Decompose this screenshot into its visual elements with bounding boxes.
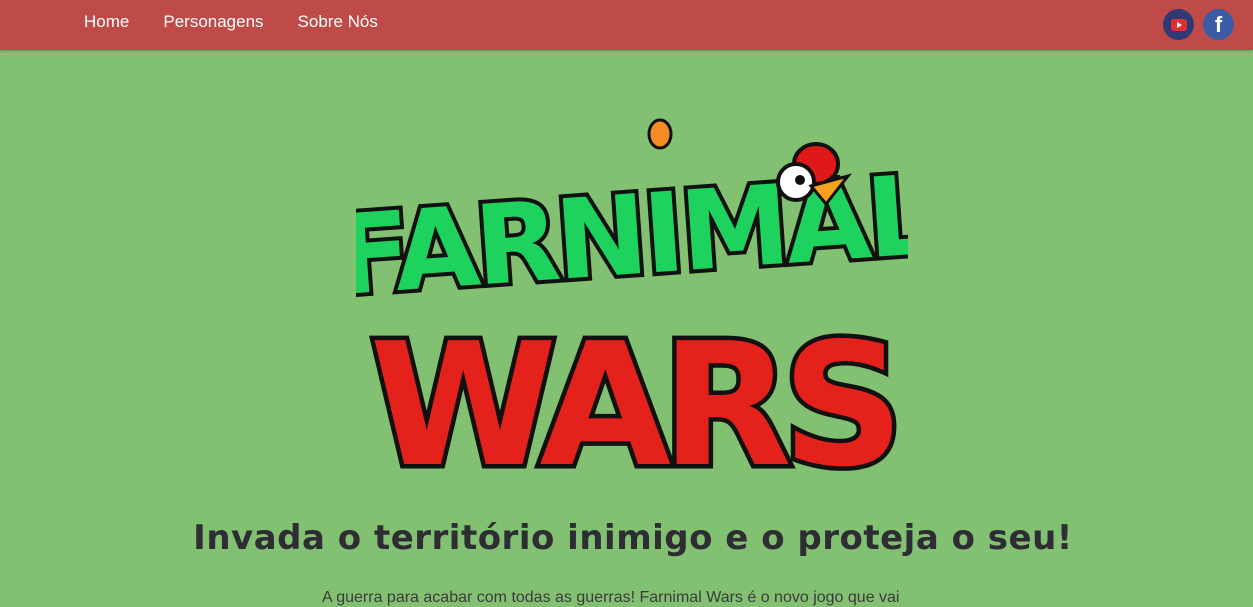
nav-links: Home Personagens Sobre Nós <box>84 0 412 44</box>
social-links: f <box>1163 9 1234 40</box>
farnimal-wars-logo: FARNIMAL WARS <box>327 104 943 510</box>
hero-intro-text: A guerra para acabar com todas as guerra… <box>322 589 900 606</box>
youtube-icon <box>1170 18 1187 31</box>
logo-artwork: FARNIMAL WARS <box>327 118 943 510</box>
facebook-icon: f <box>1214 11 1223 37</box>
youtube-button[interactable] <box>1163 9 1194 40</box>
hero-headline: Invada o território inimigo e o proteja … <box>193 518 1073 558</box>
nav-link-sobre-nos[interactable]: Sobre Nós <box>298 12 378 32</box>
logo-word-wars: WARS <box>370 307 895 484</box>
nav-link-personagens[interactable]: Personagens <box>163 12 263 32</box>
facebook-button[interactable]: f <box>1203 9 1234 40</box>
nav-link-home[interactable]: Home <box>84 12 129 32</box>
chick-icon <box>647 118 673 150</box>
top-navigation-bar: Home Personagens Sobre Nós f <box>0 0 1253 50</box>
